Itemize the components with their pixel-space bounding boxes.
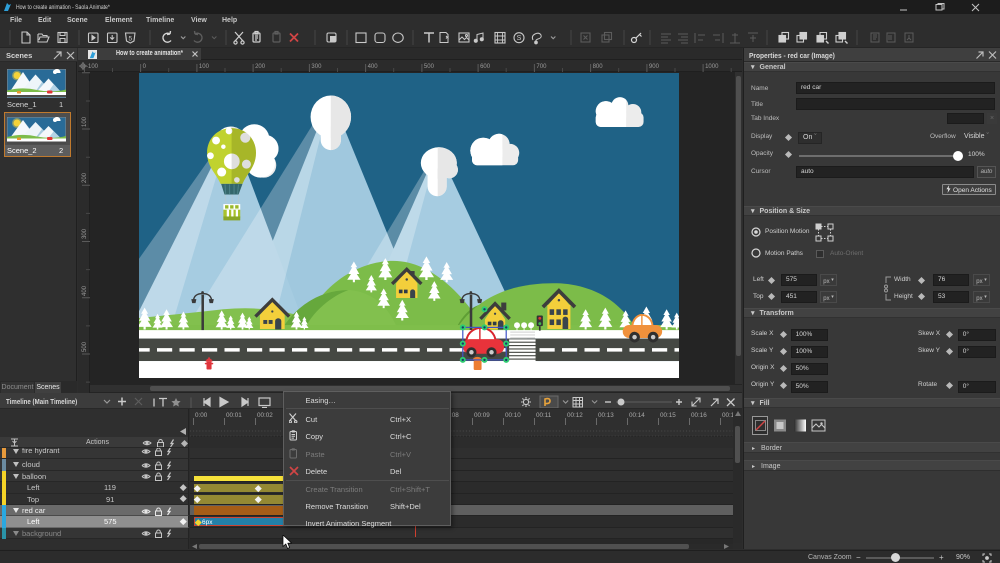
svg-text:600: 600: [480, 64, 491, 70]
svg-text:100: 100: [199, 64, 210, 70]
svg-text:-100: -100: [86, 64, 99, 70]
svg-text:700: 700: [536, 64, 547, 70]
svg-text:500: 500: [82, 341, 88, 352]
svg-text:200: 200: [255, 64, 266, 70]
svg-text:00:16: 00:16: [691, 412, 707, 419]
svg-text:800: 800: [593, 64, 604, 70]
svg-text:00:11: 00:11: [536, 412, 552, 419]
svg-text:S: S: [517, 35, 522, 42]
svg-text:00:17: 00:17: [722, 412, 733, 419]
svg-text:00:01: 00:01: [226, 412, 242, 419]
svg-text:00:13: 00:13: [598, 412, 614, 419]
svg-text:200: 200: [82, 172, 88, 183]
svg-text:00:14: 00:14: [629, 412, 645, 419]
svg-text:1000: 1000: [705, 64, 719, 70]
svg-text:500: 500: [424, 64, 435, 70]
svg-text:0: 0: [143, 64, 147, 70]
svg-text:00:12: 00:12: [567, 412, 583, 419]
svg-text:300: 300: [82, 228, 88, 239]
svg-text:400: 400: [82, 285, 88, 296]
svg-text:5: 5: [128, 36, 132, 43]
svg-text:00:02: 00:02: [257, 412, 273, 419]
svg-text:00:10: 00:10: [505, 412, 521, 419]
svg-text:900: 900: [649, 64, 660, 70]
svg-text:0:00: 0:00: [195, 412, 208, 419]
svg-text:00:09: 00:09: [474, 412, 490, 419]
svg-text:00:15: 00:15: [660, 412, 676, 419]
svg-text:100: 100: [82, 116, 88, 127]
svg-text:300: 300: [311, 64, 322, 70]
svg-text:400: 400: [368, 64, 379, 70]
